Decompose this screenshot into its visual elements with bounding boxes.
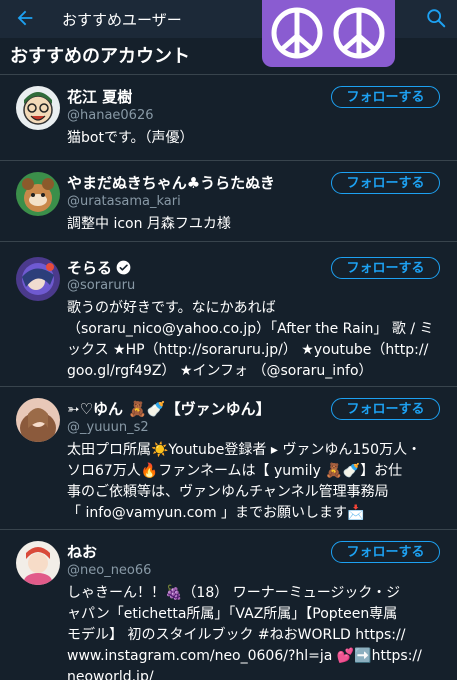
user-bio: 太田プロ所属☀️Youtube登録者 ▸ ヴァンゆん150万人・ ソロ67万人🔥… bbox=[67, 442, 422, 521]
user-card[interactable]: 花江 夏樹 @hanae0626 猫botです。（声優） フォローする bbox=[0, 75, 457, 161]
user-card[interactable]: ➳♡ゆん 🧸🍼【ヴァンゆん】 @_yuuun_s2 太田プロ所属☀️Youtub… bbox=[0, 387, 457, 530]
avatar[interactable] bbox=[16, 257, 60, 301]
verified-badge-icon bbox=[116, 260, 131, 275]
avatar[interactable] bbox=[16, 541, 60, 585]
section-title: おすすめのアカウント bbox=[10, 46, 190, 67]
avatar[interactable] bbox=[16, 398, 60, 442]
avatar[interactable] bbox=[16, 86, 60, 130]
follow-button[interactable]: フォローする bbox=[331, 86, 440, 108]
follow-button[interactable]: フォローする bbox=[331, 172, 440, 194]
user-bio: 調整中 icon 月森フユカ様 bbox=[67, 216, 231, 232]
user-name[interactable]: やまだぬきちゃん♣うらたぬき bbox=[67, 172, 275, 193]
user-name[interactable]: そらる bbox=[67, 257, 131, 278]
user-handle: @hanae0626 bbox=[67, 108, 154, 123]
user-card[interactable]: そらる @soraruru 歌うのが好きです。なにかあれば （soraru_ni… bbox=[0, 242, 457, 387]
search-icon[interactable] bbox=[425, 7, 447, 29]
user-name[interactable]: ➳♡ゆん 🧸🍼【ヴァンゆん】 bbox=[67, 398, 271, 419]
peace-icon bbox=[271, 7, 323, 59]
user-name[interactable]: 花江 夏樹 bbox=[67, 86, 132, 107]
user-name-text: そらる bbox=[67, 259, 113, 277]
user-handle: @uratasama_kari bbox=[67, 194, 181, 209]
user-bio: 歌うのが好きです。なにかあれば （soraru_nico@yahoo.co.jp… bbox=[67, 300, 434, 379]
user-card[interactable]: やまだぬきちゃん♣うらたぬき @uratasama_kari 調整中 icon … bbox=[0, 161, 457, 242]
user-name[interactable]: ねお bbox=[67, 541, 97, 562]
follow-button[interactable]: フォローする bbox=[331, 398, 440, 420]
follow-button[interactable]: フォローする bbox=[331, 541, 440, 563]
peace-sticker bbox=[262, 0, 395, 67]
arrow-left-icon[interactable] bbox=[14, 7, 36, 29]
user-bio: しゃきーん！！🍇（18） ワーナーミュージック・ジ ャパン「etichetta所… bbox=[67, 585, 422, 680]
peace-icon bbox=[333, 7, 385, 59]
user-handle: @_yuuun_s2 bbox=[67, 420, 149, 435]
avatar[interactable] bbox=[16, 172, 60, 216]
follow-button[interactable]: フォローする bbox=[331, 257, 440, 279]
user-bio: 猫botです。（声優） bbox=[67, 130, 194, 146]
page-title: おすすめユーザー bbox=[62, 11, 182, 29]
user-handle: @soraruru bbox=[67, 278, 136, 293]
user-card[interactable]: ねお @neo_neo66 しゃきーん！！🍇（18） ワーナーミュージック・ジ … bbox=[0, 530, 457, 680]
user-handle: @neo_neo66 bbox=[67, 563, 152, 578]
